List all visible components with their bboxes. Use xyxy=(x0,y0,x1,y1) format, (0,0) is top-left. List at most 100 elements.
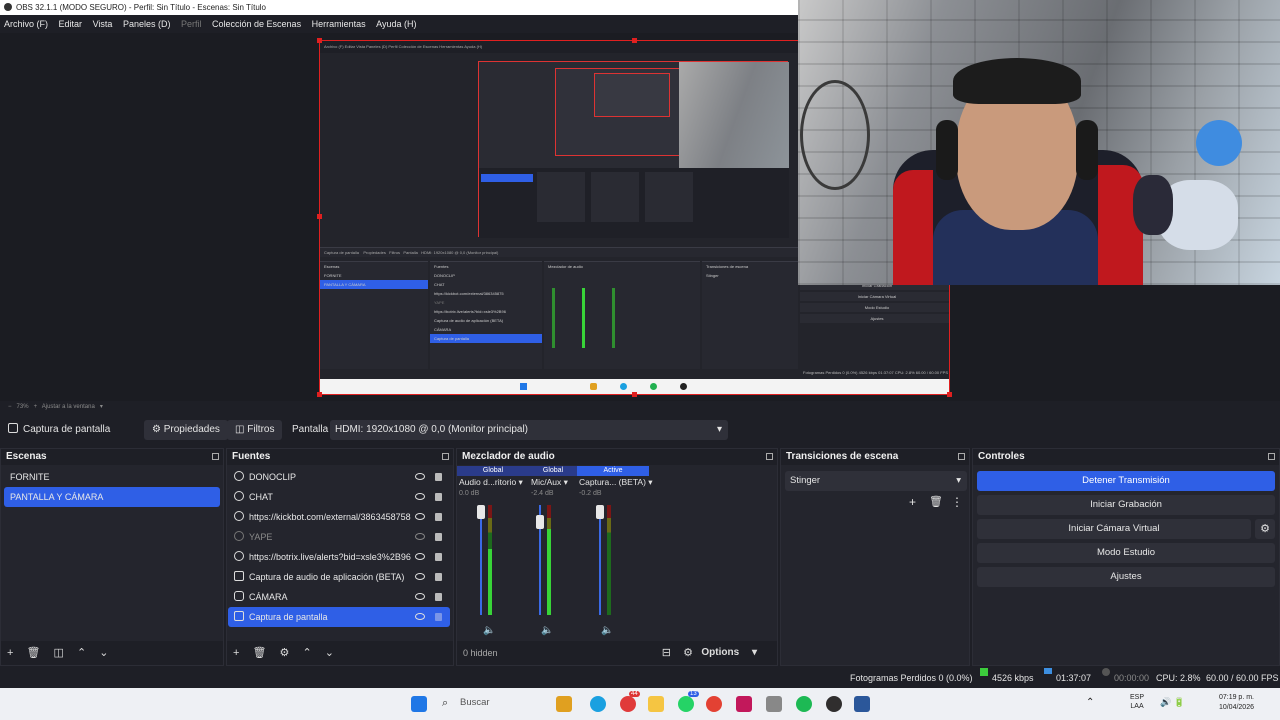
resize-handle[interactable] xyxy=(317,214,322,219)
trash-icon[interactable]: 🗑 xyxy=(253,647,267,659)
lock-icon[interactable] xyxy=(435,613,442,621)
move-up-icon[interactable]: ⌃ xyxy=(77,647,86,659)
chevron-down-icon[interactable]: ▾ xyxy=(100,404,103,410)
menu-herramientas[interactable]: Herramientas xyxy=(308,15,370,33)
more-icon[interactable]: ⋮ xyxy=(951,495,963,509)
lock-icon[interactable] xyxy=(435,533,442,541)
chrome-icon[interactable] xyxy=(706,696,722,712)
eye-icon[interactable] xyxy=(415,473,425,480)
gear-icon[interactable]: ⚙ xyxy=(280,647,290,659)
chevron-down-icon[interactable]: ▾ xyxy=(564,477,568,487)
source-item[interactable]: YAPE xyxy=(228,527,450,547)
lock-icon[interactable] xyxy=(435,493,442,501)
volume-fader[interactable] xyxy=(480,505,482,615)
channel-name[interactable]: Captura... (BETA) xyxy=(579,477,646,487)
source-item[interactable]: Captura de audio de aplicación (BETA) xyxy=(228,567,450,587)
start-recording-button[interactable]: Iniciar Grabación xyxy=(977,495,1275,515)
scene-item-fornite[interactable]: FORNITE xyxy=(4,467,220,487)
volume-fader[interactable] xyxy=(599,505,601,615)
eye-icon[interactable] xyxy=(415,573,425,580)
undock-icon[interactable] xyxy=(212,453,219,460)
source-item[interactable]: DONOCLIP xyxy=(228,467,450,487)
menu-vista[interactable]: Vista xyxy=(89,15,117,33)
eye-icon[interactable] xyxy=(415,493,425,500)
search-icon[interactable]: ⌕ xyxy=(442,697,448,710)
display-select[interactable]: HDMI: 1920x1080 @ 0,0 (Monitor principal… xyxy=(330,420,728,440)
fit-window-label[interactable]: Ajustar a la ventana xyxy=(42,404,95,410)
resize-handle[interactable] xyxy=(947,392,952,397)
properties-button[interactable]: ⚙ Propiedades xyxy=(144,420,228,440)
eye-hidden-icon[interactable] xyxy=(415,533,425,540)
fader-knob[interactable] xyxy=(477,505,485,519)
file-explorer-icon[interactable] xyxy=(648,696,664,712)
speaker-icon[interactable]: 🔈 xyxy=(601,625,613,636)
lock-icon[interactable] xyxy=(435,553,442,561)
undock-icon[interactable] xyxy=(1268,453,1275,460)
move-down-icon[interactable]: ⌄ xyxy=(99,647,108,659)
filters-button[interactable]: ◫ Filtros xyxy=(227,420,283,440)
source-item[interactable]: CÁMARA xyxy=(228,587,450,607)
lock-icon[interactable] xyxy=(435,573,442,581)
channel-name[interactable]: Mic/Aux xyxy=(531,477,561,487)
source-item[interactable]: CHAT xyxy=(228,487,450,507)
obs-icon[interactable] xyxy=(826,696,842,712)
trash-icon[interactable]: 🗑 xyxy=(929,495,943,508)
fader-knob[interactable] xyxy=(596,505,604,519)
app-icon[interactable] xyxy=(620,696,636,712)
settings-icon[interactable]: ⚙ xyxy=(683,641,693,665)
undock-icon[interactable] xyxy=(442,453,449,460)
game-app-icon[interactable] xyxy=(556,696,572,712)
chevron-up-icon[interactable]: ⌃ xyxy=(1086,697,1094,708)
move-up-icon[interactable]: ⌃ xyxy=(302,647,311,659)
add-icon[interactable]: + xyxy=(7,647,13,659)
clock[interactable]: 07:19 p. m. 10/04/2026 xyxy=(1208,693,1254,713)
undock-icon[interactable] xyxy=(958,453,965,460)
spotify-icon[interactable] xyxy=(796,696,812,712)
menu-paneles[interactable]: Paneles (D) xyxy=(119,15,175,33)
undock-icon[interactable] xyxy=(766,453,773,460)
channel-name[interactable]: Audio d...ritorio xyxy=(459,477,516,487)
tray-icons[interactable]: 🔊 🔋 xyxy=(1160,697,1185,708)
lock-icon[interactable] xyxy=(435,473,442,481)
source-item[interactable]: https://kickbot.com/external/3863458758 xyxy=(228,507,450,527)
windows-start-icon[interactable] xyxy=(411,696,427,712)
move-down-icon[interactable]: ⌄ xyxy=(325,647,334,659)
fader-knob[interactable] xyxy=(536,515,544,529)
stop-stream-button[interactable]: Detener Transmisión xyxy=(977,471,1275,491)
language-indicator[interactable]: ESP LAA xyxy=(1130,693,1144,711)
speaker-icon[interactable]: 🔈 xyxy=(483,625,495,636)
add-icon[interactable]: + xyxy=(909,495,916,509)
resize-handle[interactable] xyxy=(632,38,637,43)
lock-icon[interactable] xyxy=(435,593,442,601)
edge-icon[interactable] xyxy=(590,696,606,712)
word-icon[interactable] xyxy=(854,696,870,712)
menu-perfil[interactable]: Perfil xyxy=(177,15,206,33)
source-item-selected[interactable]: Captura de pantalla xyxy=(228,607,450,627)
chevron-down-icon[interactable]: ▾ xyxy=(648,477,652,487)
eye-icon[interactable] xyxy=(415,613,425,620)
resize-handle[interactable] xyxy=(317,38,322,43)
menu-ayuda[interactable]: Ayuda (H) xyxy=(372,15,420,33)
add-icon[interactable]: + xyxy=(233,647,239,659)
layout-icon[interactable]: ⊟ xyxy=(662,641,671,665)
taskbar-search[interactable]: Buscar xyxy=(460,697,490,708)
zoom-in-button[interactable]: + xyxy=(34,404,38,410)
resize-handle[interactable] xyxy=(632,392,637,397)
menu-coleccion-escenas[interactable]: Colección de Escenas xyxy=(208,15,305,33)
app-icon[interactable] xyxy=(736,696,752,712)
source-item[interactable]: https://botrix.live/alerts?bid=xsle3%2B9… xyxy=(228,547,450,567)
speaker-icon[interactable]: 🔈 xyxy=(541,625,553,636)
studio-mode-button[interactable]: Modo Estudio xyxy=(977,543,1275,563)
chevron-down-icon[interactable]: ▾ xyxy=(519,477,523,487)
eye-icon[interactable] xyxy=(415,593,425,600)
eye-icon[interactable] xyxy=(415,513,425,520)
trash-icon[interactable]: 🗑 xyxy=(27,647,41,659)
scene-item-pantalla-y-camara[interactable]: PANTALLA Y CÁMARA xyxy=(4,487,220,507)
calculator-icon[interactable] xyxy=(766,696,782,712)
lock-icon[interactable] xyxy=(435,513,442,521)
menu-archivo[interactable]: Archivo (F) xyxy=(0,15,52,33)
zoom-out-button[interactable]: − xyxy=(8,404,12,410)
resize-handle[interactable] xyxy=(317,392,322,397)
transition-select[interactable]: Stinger ▾ xyxy=(785,471,967,491)
start-virtual-camera-button[interactable]: Iniciar Cámara Virtual xyxy=(977,519,1251,539)
